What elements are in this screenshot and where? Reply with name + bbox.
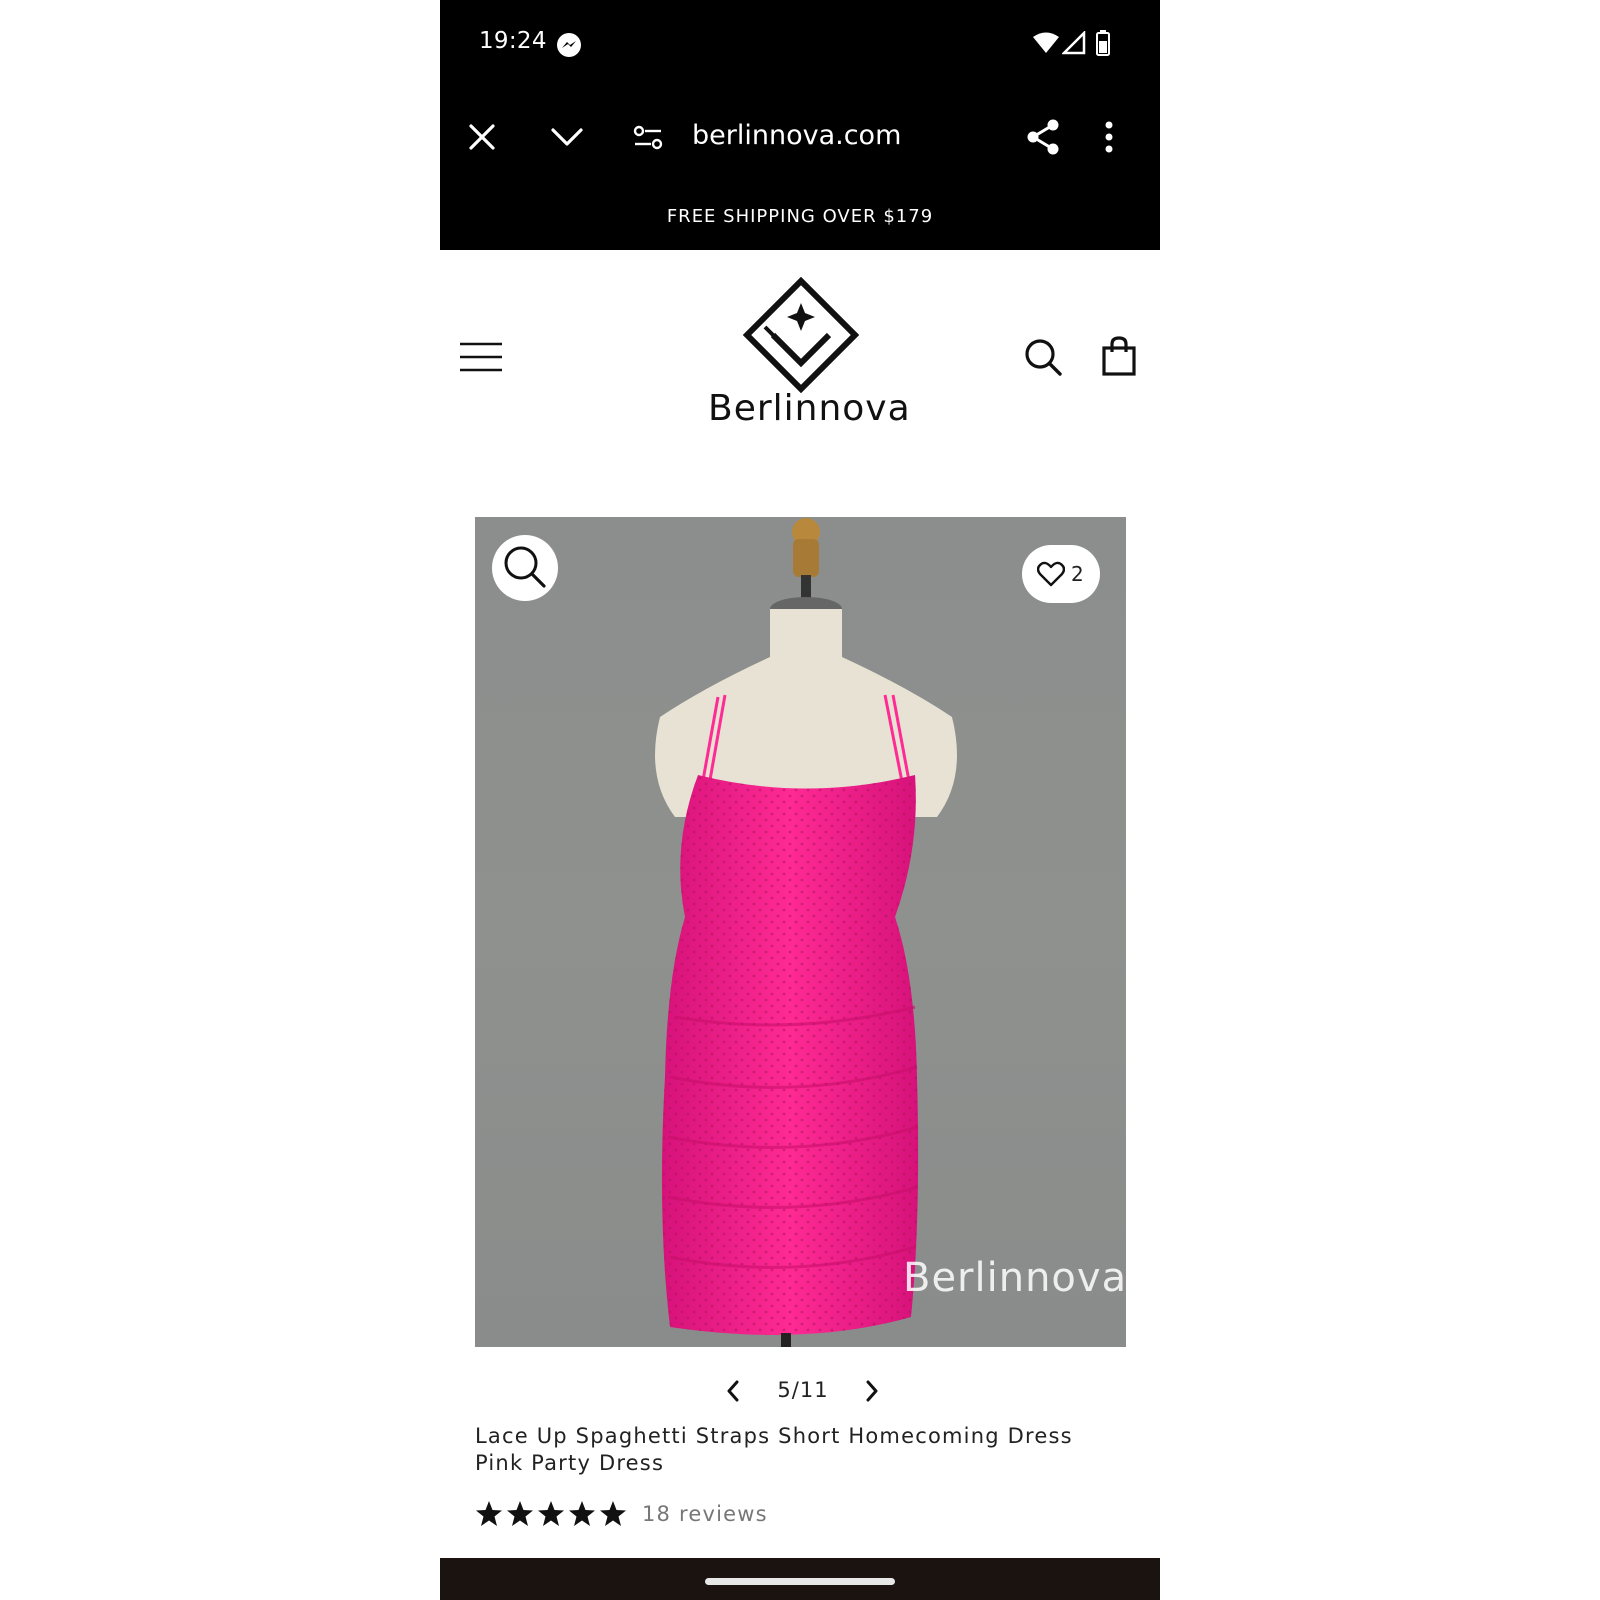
announcement-bar: FREE SHIPPING OVER $179 xyxy=(666,206,934,227)
logo-wordmark[interactable]: Berlinnova xyxy=(708,388,910,429)
browser-chrome: 19:24 berlinnova.com FREE SHIPPING OVER … xyxy=(440,0,1160,250)
rating[interactable]: 18 reviews xyxy=(475,1497,768,1531)
site-settings-icon[interactable] xyxy=(633,124,663,152)
reviews-link[interactable]: 18 reviews xyxy=(642,1502,768,1526)
navigation-bar xyxy=(440,1558,1160,1600)
product-image[interactable]: 2 Berlinnova xyxy=(475,517,1126,1347)
zoom-icon xyxy=(504,546,546,588)
star-icon xyxy=(507,1501,533,1526)
signal-icon xyxy=(1062,31,1086,55)
home-indicator[interactable] xyxy=(705,1578,895,1585)
url-bar[interactable]: berlinnova.com xyxy=(692,120,901,151)
zoom-button[interactable] xyxy=(492,535,558,601)
messenger-icon xyxy=(557,33,581,57)
wishlist-button[interactable]: 2 xyxy=(1022,545,1100,603)
chevron-down-icon[interactable] xyxy=(550,124,584,150)
wishlist-count: 2 xyxy=(1071,562,1084,586)
star-icon xyxy=(600,1501,626,1526)
shopping-bag-icon[interactable] xyxy=(1102,336,1136,376)
logo-mark-icon[interactable] xyxy=(743,277,859,393)
status-time: 19:24 xyxy=(479,28,547,54)
search-icon[interactable] xyxy=(1024,338,1062,376)
phone-screen: 19:24 berlinnova.com FREE SHIPPING OVER … xyxy=(440,0,1160,1600)
close-icon[interactable] xyxy=(467,122,497,152)
battery-icon xyxy=(1096,30,1110,56)
share-icon[interactable] xyxy=(1025,118,1061,156)
image-watermark: Berlinnova xyxy=(903,1255,1126,1301)
more-options-icon[interactable] xyxy=(1104,121,1114,153)
dress-photo xyxy=(655,518,957,1347)
heart-icon xyxy=(1037,561,1065,587)
star-icon xyxy=(476,1501,502,1526)
product-title: Lace Up Spaghetti Straps Short Homecomin… xyxy=(475,1424,1073,1475)
hamburger-menu-icon[interactable] xyxy=(460,342,502,372)
star-icon xyxy=(538,1501,564,1526)
wifi-icon xyxy=(1033,32,1059,53)
prev-image-icon[interactable] xyxy=(725,1379,741,1403)
next-image-icon[interactable] xyxy=(864,1379,880,1403)
star-icon xyxy=(569,1501,595,1526)
image-pager: 5/11 xyxy=(777,1378,829,1402)
